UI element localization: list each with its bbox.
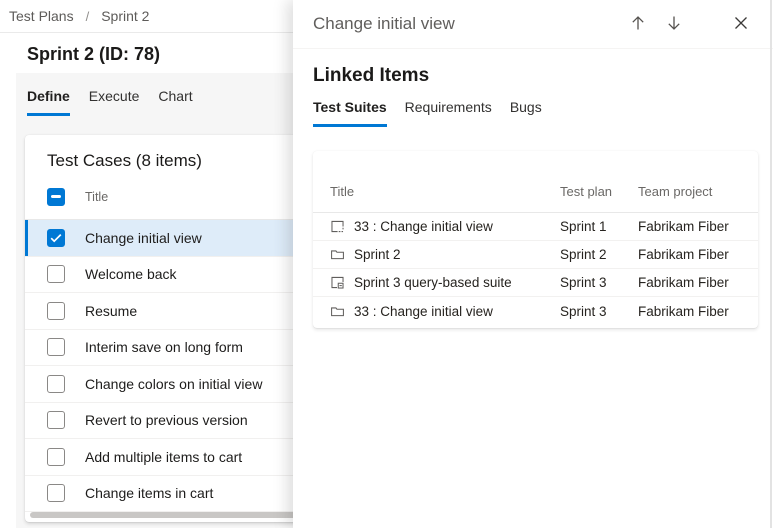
row-checkbox[interactable] (47, 447, 65, 466)
arrow-down-icon (665, 14, 683, 35)
linked-item-team-project: Fabrikam Fiber (638, 275, 729, 290)
test-case-title: Interim save on long form (85, 339, 243, 356)
move-down-button[interactable] (656, 6, 692, 42)
move-up-button[interactable] (620, 6, 656, 42)
test-case-title: Change items in cart (85, 485, 214, 502)
query-suite-icon (330, 275, 345, 290)
breadcrumb-item-test-plans[interactable]: Test Plans (9, 8, 74, 24)
row-checkbox[interactable] (47, 411, 65, 430)
linked-item-team-project: Fabrikam Fiber (638, 247, 729, 262)
test-case-title: Revert to previous version (85, 412, 248, 429)
breadcrumb-separator: / (85, 8, 90, 24)
tab-bugs[interactable]: Bugs (510, 99, 542, 127)
select-all-checkbox[interactable] (47, 187, 65, 206)
row-checkbox[interactable] (47, 484, 65, 503)
test-case-title: Add multiple items to cart (85, 448, 243, 465)
linked-item-test-plan: Sprint 3 (560, 275, 607, 290)
static-suite-icon (330, 247, 345, 262)
row-checkbox[interactable] (47, 338, 65, 357)
panel-body: Linked Items Test Suites Requirements Bu… (293, 65, 773, 328)
linked-item-row[interactable]: 33 : Change initial view Sprint 3 Fabrik… (313, 297, 758, 325)
linked-item-team-project: Fabrikam Fiber (638, 303, 729, 319)
linked-items-card: Title Test plan Team project 33 : Change… (313, 151, 758, 328)
row-checkbox[interactable] (47, 265, 65, 284)
test-case-title: Resume (85, 302, 138, 319)
linked-item-row[interactable]: Sprint 3 query-based suite Sprint 3 Fabr… (313, 269, 758, 297)
linked-items-list: 33 : Change initial view Sprint 1 Fabrik… (313, 213, 758, 325)
linked-item-test-plan: Sprint 2 (560, 247, 607, 262)
requirement-suite-icon (330, 219, 345, 234)
window-edge (770, 0, 772, 528)
page-title: Sprint 2 (ID: 78) (27, 44, 161, 64)
column-title: Title (330, 184, 355, 199)
details-panel: Change initial view Linked Items Test Su… (293, 0, 773, 528)
column-team-project: Team project (638, 184, 713, 199)
row-checkbox[interactable] (47, 301, 65, 320)
linked-items-header-row: Title Test plan Team project (313, 151, 758, 213)
close-button[interactable] (723, 6, 759, 42)
linked-item-title: 33 : Change initial view (354, 303, 493, 319)
arrow-up-icon (629, 14, 647, 35)
panel-title: Change initial view (313, 14, 455, 33)
linked-item-test-plan: Sprint 1 (560, 219, 607, 234)
test-case-title: Change initial view (85, 229, 202, 246)
static-suite-icon (330, 304, 345, 319)
panel-header: Change initial view (293, 0, 773, 49)
linked-item-row[interactable]: Sprint 2 Sprint 2 Fabrikam Fiber (313, 241, 758, 269)
linked-item-title: 33 : Change initial view (354, 219, 493, 234)
row-checkbox[interactable] (47, 374, 65, 393)
tab-define[interactable]: Define (27, 88, 70, 116)
tab-requirements[interactable]: Requirements (405, 99, 492, 127)
row-checkbox[interactable] (47, 228, 65, 247)
linked-items-tabbar: Test Suites Requirements Bugs (313, 99, 753, 127)
linked-item-team-project: Fabrikam Fiber (638, 219, 729, 234)
tab-chart[interactable]: Chart (158, 88, 192, 116)
test-case-title: Welcome back (85, 266, 177, 283)
linked-item-test-plan: Sprint 3 (560, 303, 607, 319)
title-column-header: Title (85, 189, 109, 204)
breadcrumb-item-sprint-2[interactable]: Sprint 2 (101, 8, 149, 24)
linked-item-title: Sprint 3 query-based suite (354, 275, 512, 290)
tab-execute[interactable]: Execute (89, 88, 140, 116)
tab-test-suites[interactable]: Test Suites (313, 99, 387, 127)
column-test-plan: Test plan (560, 184, 613, 199)
linked-item-row[interactable]: 33 : Change initial view Sprint 1 Fabrik… (313, 213, 758, 241)
test-case-title: Change colors on initial view (85, 375, 263, 392)
linked-items-heading: Linked Items (313, 65, 430, 86)
close-icon (732, 14, 750, 35)
linked-item-title: Sprint 2 (354, 247, 401, 262)
